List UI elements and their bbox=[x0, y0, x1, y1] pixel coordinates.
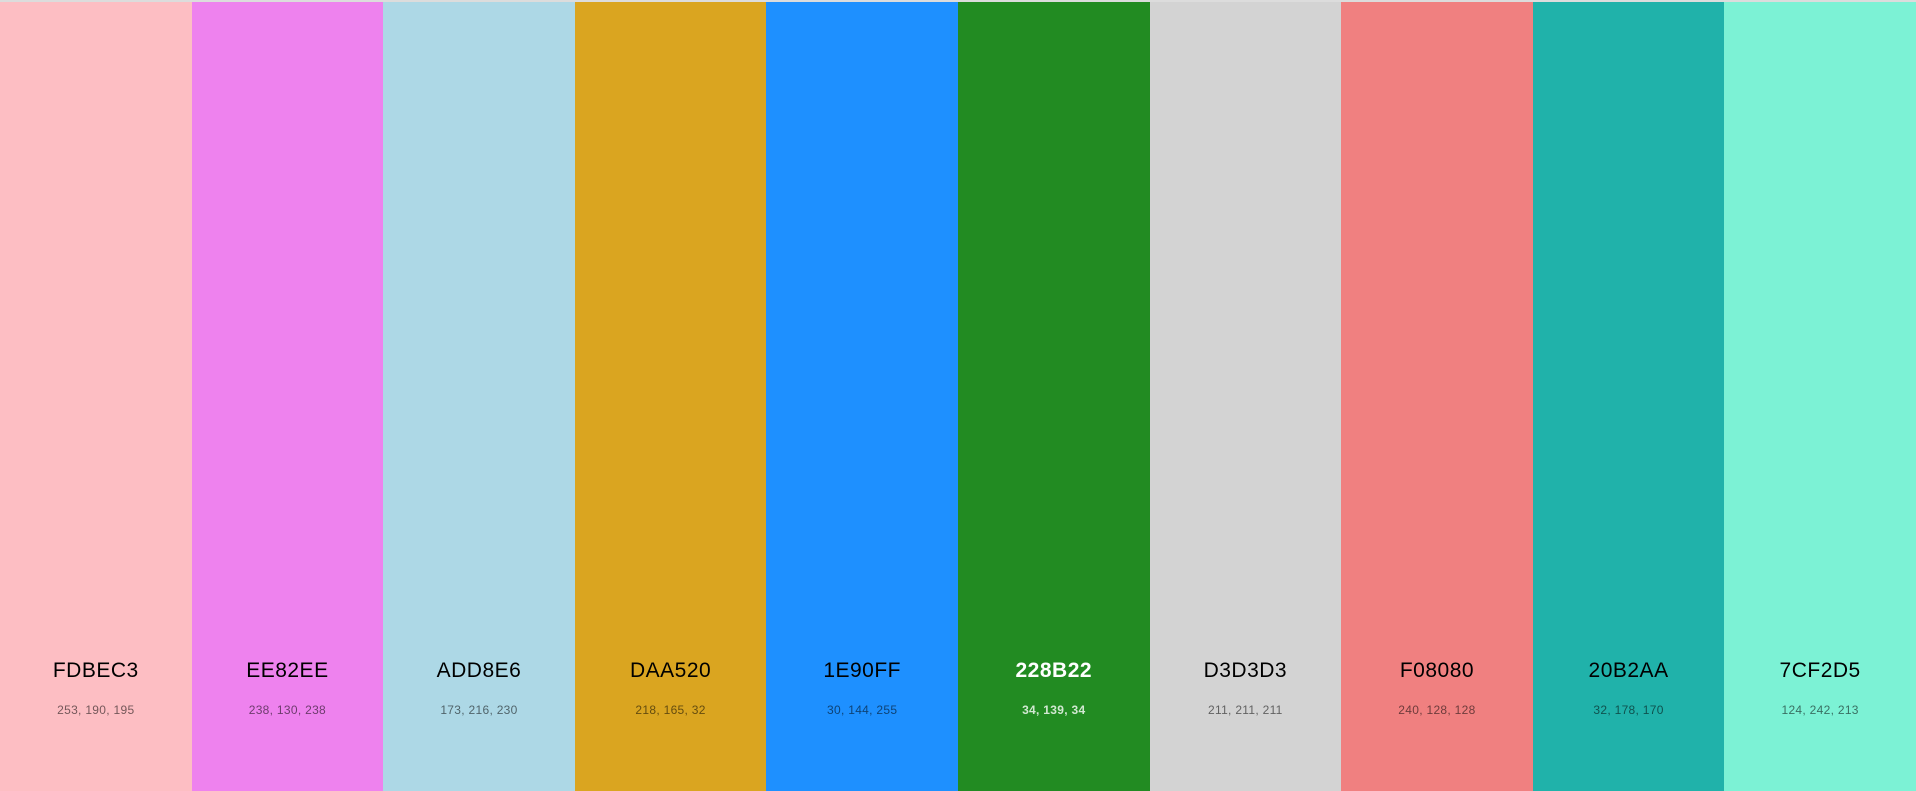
swatch-rgb: 253, 190, 195 bbox=[57, 703, 135, 717]
color-palette: FDBEC3 253, 190, 195 EE82EE 238, 130, 23… bbox=[0, 0, 1916, 791]
swatch-hex: FDBEC3 bbox=[52, 659, 139, 682]
swatch-hex: ADD8E6 bbox=[436, 659, 522, 682]
swatch-3[interactable]: ADD8E6 173, 216, 230 bbox=[383, 2, 575, 791]
swatch-8[interactable]: F08080 240, 128, 128 bbox=[1341, 2, 1533, 791]
swatch-rgb: 240, 128, 128 bbox=[1398, 703, 1476, 717]
swatch-hex: 1E90FF bbox=[823, 659, 902, 682]
swatch-rgb: 124, 242, 213 bbox=[1781, 703, 1859, 717]
swatch-5[interactable]: 1E90FF 30, 144, 255 bbox=[766, 2, 958, 791]
swatch-hex: D3D3D3 bbox=[1203, 659, 1288, 682]
swatch-7[interactable]: D3D3D3 211, 211, 211 bbox=[1149, 2, 1342, 791]
swatch-hex: 20B2AA bbox=[1588, 659, 1669, 682]
swatch-rgb: 211, 211, 211 bbox=[1208, 703, 1283, 717]
swatch-1[interactable]: FDBEC3 253, 190, 195 bbox=[0, 2, 192, 791]
swatch-rgb: 34, 139, 34 bbox=[1022, 703, 1086, 717]
swatch-rgb: 238, 130, 238 bbox=[248, 703, 327, 717]
swatch-9[interactable]: 20B2AA 32, 178, 170 bbox=[1532, 2, 1725, 791]
swatch-2[interactable]: EE82EE 238, 130, 238 bbox=[191, 2, 384, 791]
swatch-hex: DAA520 bbox=[629, 659, 712, 682]
swatch-hex: 7CF2D5 bbox=[1779, 659, 1861, 682]
swatch-hex: EE82EE bbox=[246, 659, 329, 682]
swatch-hex: 228B22 bbox=[1015, 659, 1093, 682]
swatch-rgb: 32, 178, 170 bbox=[1593, 703, 1664, 717]
swatch-rgb: 30, 144, 255 bbox=[827, 703, 898, 717]
swatch-10[interactable]: 7CF2D5 124, 242, 213 bbox=[1724, 2, 1916, 791]
swatch-rgb: 173, 216, 230 bbox=[440, 703, 518, 717]
swatch-6[interactable]: 228B22 34, 139, 34 bbox=[957, 2, 1150, 791]
swatch-hex: F08080 bbox=[1399, 659, 1475, 682]
swatch-rgb: 218, 165, 32 bbox=[635, 703, 706, 717]
swatch-4[interactable]: DAA520 218, 165, 32 bbox=[574, 2, 767, 791]
